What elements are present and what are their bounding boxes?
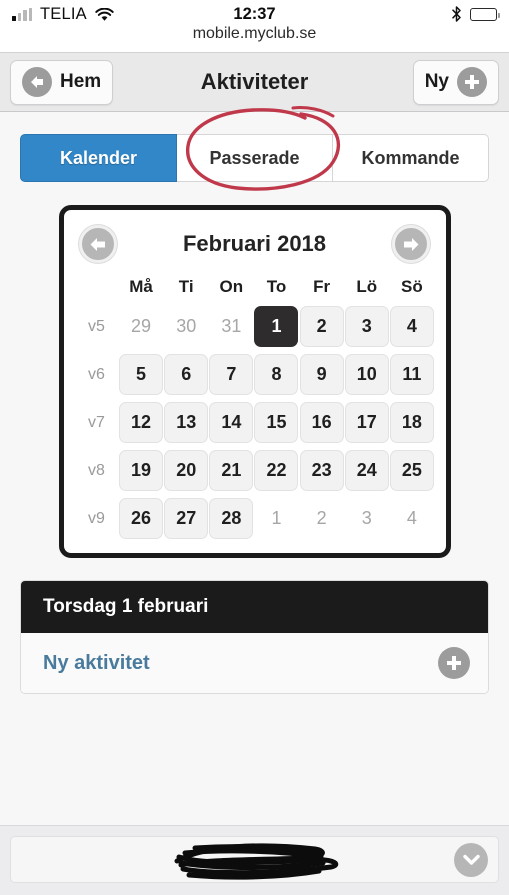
arrow-left-circle-icon (90, 237, 105, 251)
calendar-day[interactable]: 6 (164, 354, 209, 395)
week-number-label: v8 (88, 461, 105, 479)
calendar-day-selected[interactable]: 1 (254, 306, 299, 347)
calendar-day[interactable]: 27 (164, 498, 209, 539)
calendar-day[interactable]: 22 (254, 450, 299, 491)
bottom-bar-field[interactable] (10, 836, 499, 883)
calendar-day[interactable]: 13 (164, 402, 209, 443)
week-number-label: v5 (88, 317, 105, 335)
calendar-next-month-button[interactable] (392, 225, 431, 263)
calendar-header: Februari 2018 (75, 222, 435, 263)
calendar-day[interactable]: 19 (119, 450, 164, 491)
calendar-week-row: v8 19 20 21 22 23 24 25 (75, 450, 435, 491)
plus-circle-icon[interactable] (438, 647, 470, 679)
calendar-week-row: v6 5 6 7 8 9 10 11 (75, 354, 435, 395)
status-bar-right (451, 6, 500, 22)
calendar-day[interactable]: 15 (254, 402, 299, 443)
calendar-day[interactable]: 16 (299, 402, 344, 443)
week-number-label: v7 (88, 413, 105, 431)
back-button[interactable]: Hem (10, 59, 114, 105)
bluetooth-icon (451, 6, 462, 22)
calendar-day[interactable]: 2 (299, 306, 344, 347)
selected-day-panel: Torsdag 1 februari Ny aktivitet (20, 580, 489, 694)
calendar-day[interactable]: 8 (254, 354, 299, 395)
tab-kommande[interactable]: Kommande (333, 134, 489, 182)
calendar-day[interactable]: 18 (389, 402, 434, 443)
redaction-scribble (174, 842, 338, 880)
calendar-day[interactable]: 17 (344, 402, 389, 443)
calendar-day[interactable]: 10 (344, 354, 389, 395)
calendar-day[interactable]: 20 (164, 450, 209, 491)
calendar-widget: Februari 2018 Må Ti On To Fr Lö Sö v5 29… (58, 205, 451, 558)
calendar-day[interactable]: 4 (389, 306, 434, 347)
new-activity-button[interactable]: Ny (412, 59, 499, 105)
calendar-month-title: Februari 2018 (182, 231, 327, 256)
calendar-day[interactable]: 24 (344, 450, 389, 491)
calendar-day[interactable]: 21 (209, 450, 254, 491)
calendar-day[interactable]: 31 (209, 306, 253, 347)
weekday-tue: Ti (178, 277, 194, 296)
bottom-bar (0, 825, 509, 895)
calendar-day[interactable]: 3 (345, 498, 389, 539)
weekday-fri: Fr (313, 277, 331, 296)
status-bar: TELIA 12:37 mobile.myclub.se (0, 0, 509, 52)
calendar-day[interactable]: 7 (209, 354, 254, 395)
calendar-day[interactable]: 26 (119, 498, 164, 539)
tab-passerade[interactable]: Passerade (177, 134, 333, 182)
chevron-down-icon[interactable] (454, 842, 488, 877)
calendar-day[interactable]: 4 (390, 498, 434, 539)
arrow-right-circle-icon (404, 237, 419, 251)
calendar-day[interactable]: 25 (389, 450, 434, 491)
calendar-week-row: v7 12 13 14 15 16 17 18 (75, 402, 435, 443)
page-url: mobile.myclub.se (192, 25, 317, 42)
status-bar-time: 12:37 (233, 5, 276, 23)
calendar-day[interactable]: 11 (389, 354, 434, 395)
calendar-prev-month-button[interactable] (78, 225, 117, 263)
calendar-day[interactable]: 2 (300, 498, 344, 539)
new-activity-row[interactable]: Ny aktivitet (21, 633, 488, 693)
calendar-day[interactable]: 23 (299, 450, 344, 491)
tab-kalender[interactable]: Kalender (20, 134, 177, 182)
weekday-thu: To (266, 277, 287, 296)
calendar-day[interactable]: 28 (209, 498, 254, 539)
calendar-weekday-header: Må Ti On To Fr Lö Sö (75, 277, 435, 299)
calendar-day[interactable]: 1 (254, 498, 298, 539)
new-activity-row-label: Ny aktivitet (43, 651, 150, 674)
calendar-day[interactable]: 3 (344, 306, 389, 347)
calendar-day[interactable]: 14 (209, 402, 254, 443)
calendar-day[interactable]: 29 (119, 306, 163, 347)
calendar-day[interactable]: 30 (164, 306, 208, 347)
weekday-sun: Sö (401, 277, 423, 296)
calendar-week-row: v9 26 27 28 1 2 3 4 (75, 498, 435, 539)
weekday-wed: On (219, 277, 244, 296)
plus-circle-icon (457, 67, 487, 97)
week-number-label: v9 (88, 509, 105, 527)
calendar-day[interactable]: 5 (119, 354, 164, 395)
weekday-sat: Lö (356, 277, 378, 296)
weekday-mon: Må (129, 277, 153, 296)
tab-bar: Kalender Passerade Kommande (20, 134, 489, 182)
calendar-week-row: v5 29 30 31 1 2 3 4 (75, 306, 435, 347)
selected-day-header: Torsdag 1 februari (21, 581, 488, 633)
calendar-day[interactable]: 12 (119, 402, 164, 443)
calendar-day[interactable]: 9 (299, 354, 344, 395)
navigation-bar: Hem Aktiviteter Ny (0, 52, 509, 112)
arrow-left-circle-icon (22, 67, 52, 97)
back-button-label: Hem (60, 71, 102, 92)
battery-icon (470, 7, 500, 21)
new-activity-label: Ny (424, 71, 449, 92)
week-number-label: v6 (88, 365, 105, 383)
